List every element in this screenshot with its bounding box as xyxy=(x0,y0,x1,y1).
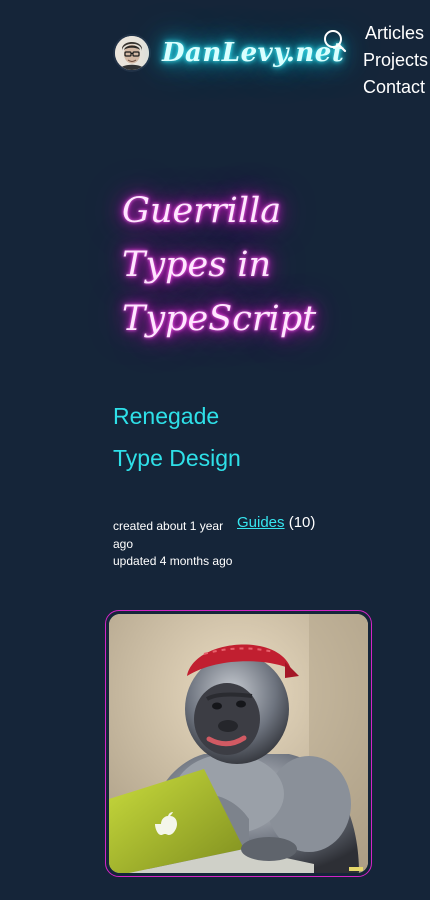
site-logo[interactable]: DanLevy.net xyxy=(162,38,344,68)
gorilla-illustration xyxy=(109,614,368,873)
main-nav: Articles Projects Contact xyxy=(363,20,428,101)
nav-contact[interactable]: Contact xyxy=(363,74,428,101)
subtitle-line: Renegade xyxy=(113,403,220,429)
nav-articles[interactable]: Articles xyxy=(363,20,428,47)
title-line: Types in xyxy=(122,245,272,285)
avatar-portrait xyxy=(115,36,149,70)
article-image-card[interactable] xyxy=(105,610,372,877)
author-avatar[interactable] xyxy=(115,36,149,70)
title-line: TypeScript xyxy=(122,299,317,339)
nav-projects[interactable]: Projects xyxy=(363,47,428,74)
article-image xyxy=(109,614,368,873)
subtitle-line: Type Design xyxy=(113,445,241,471)
search-button[interactable] xyxy=(322,28,348,54)
article-title: Guerrilla Types in TypeScript xyxy=(122,184,332,346)
search-icon xyxy=(324,30,347,53)
category-tag: Guides (10) xyxy=(237,514,315,531)
category-link[interactable]: Guides xyxy=(237,514,285,531)
title-line: Guerrilla xyxy=(122,191,282,231)
created-date: created about 1 year ago xyxy=(113,519,224,551)
page: DanLevy.net Articles Projects Contact Gu… xyxy=(0,0,430,900)
updated-date: updated 4 months ago xyxy=(113,554,233,568)
article-subtitle: Renegade Type Design xyxy=(113,395,363,479)
category-count: (10) xyxy=(288,514,316,531)
